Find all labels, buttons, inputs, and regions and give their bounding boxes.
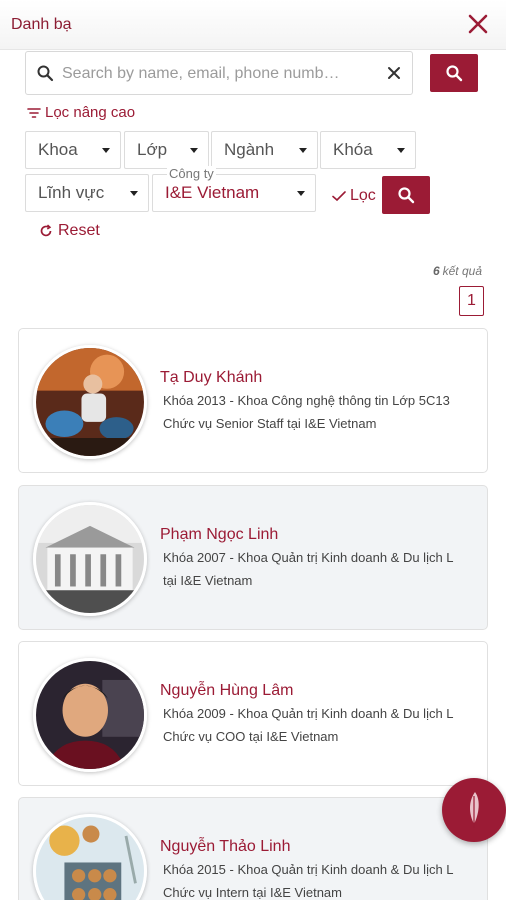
filter-linh-vuc-dropdown[interactable]: Lĩnh vực xyxy=(25,174,149,212)
contact-position: tại I&E Vietnam xyxy=(163,573,253,588)
avatar xyxy=(33,502,147,616)
filter-icon xyxy=(27,107,41,118)
contact-name: Nguyễn Hùng Lâm xyxy=(160,682,294,699)
filter-nganh-label: Ngành xyxy=(224,140,275,159)
check-icon xyxy=(332,191,346,202)
contact-name: Nguyễn Thảo Linh xyxy=(160,838,291,855)
filter-lop-dropdown[interactable]: Lớp xyxy=(124,131,209,169)
contact-detail: Khóa 2015 - Khoa Quản trị Kinh doanh & D… xyxy=(163,862,454,877)
app-header: Danh bạ xyxy=(0,0,506,50)
reset-label: Reset xyxy=(58,222,100,239)
feather-icon xyxy=(470,792,479,828)
filter-khoa-year-label: Khóa xyxy=(333,140,373,159)
contact-position: Chức vụ COO tại I&E Vietnam xyxy=(163,729,339,744)
filter-khoa-year-dropdown[interactable]: Khóa xyxy=(320,131,416,169)
caret-down-icon xyxy=(299,148,307,153)
caret-down-icon xyxy=(130,191,138,196)
contact-position: Chức vụ Senior Staff tại I&E Vietnam xyxy=(163,416,377,431)
search-icon xyxy=(446,65,463,82)
apply-filter-button[interactable]: Lọc xyxy=(332,187,376,205)
page-number: 1 xyxy=(467,292,476,309)
feather-fab-button[interactable] xyxy=(442,778,506,842)
filter-search-button[interactable] xyxy=(382,176,430,214)
filter-khoa-dropdown[interactable]: Khoa xyxy=(25,131,121,169)
search-icon xyxy=(36,64,54,82)
contact-card[interactable]: Nguyễn Hùng Lâm Khóa 2009 - Khoa Quản tr… xyxy=(18,641,488,786)
reset-button[interactable]: Reset xyxy=(39,222,100,240)
filter-cong-ty-dropdown[interactable]: Công ty I&E Vietnam xyxy=(152,166,316,212)
filter-cong-ty-value: I&E Vietnam xyxy=(165,183,260,202)
filter-lop-label: Lớp xyxy=(137,140,168,159)
contact-detail: Khóa 2007 - Khoa Quản trị Kinh doanh & D… xyxy=(163,550,454,565)
search-icon xyxy=(398,187,415,204)
search-button[interactable] xyxy=(430,54,478,92)
avatar xyxy=(33,345,147,459)
contact-name: Tạ Duy Khánh xyxy=(160,369,263,386)
caret-down-icon xyxy=(190,148,198,153)
close-icon[interactable] xyxy=(462,8,494,40)
contact-detail: Khóa 2013 - Khoa Công nghệ thông tin Lớp… xyxy=(163,393,450,408)
avatar xyxy=(33,814,147,900)
clear-icon[interactable] xyxy=(385,64,403,82)
filter-nganh-dropdown[interactable]: Ngành xyxy=(211,131,318,169)
contact-card[interactable]: Nguyễn Thảo Linh Khóa 2015 - Khoa Quản t… xyxy=(18,797,488,900)
results-count: 6 kết quả xyxy=(433,264,482,278)
caret-down-icon xyxy=(397,148,405,153)
filter-khoa-label: Khoa xyxy=(38,140,78,159)
search-input[interactable] xyxy=(62,62,372,86)
page-title: Danh bạ xyxy=(11,16,72,33)
results-number: 6 xyxy=(432,264,440,278)
caret-down-icon xyxy=(102,148,110,153)
avatar xyxy=(33,658,147,772)
filter-cong-ty-label: Công ty xyxy=(167,166,216,181)
apply-filter-label: Lọc xyxy=(350,187,376,204)
contact-card[interactable]: Phạm Ngọc Linh Khóa 2007 - Khoa Quản trị… xyxy=(18,485,488,630)
search-box xyxy=(25,51,413,95)
contact-detail: Khóa 2009 - Khoa Quản trị Kinh doanh & D… xyxy=(163,706,454,721)
contact-card[interactable]: Tạ Duy Khánh Khóa 2013 - Khoa Công nghệ … xyxy=(18,328,488,473)
advanced-filter-toggle[interactable]: Lọc nâng cao xyxy=(27,104,135,121)
caret-down-icon xyxy=(297,191,305,196)
refresh-icon xyxy=(40,224,52,237)
page-button[interactable]: 1 xyxy=(459,286,484,316)
contact-position: Chức vụ Intern tại I&E Vietnam xyxy=(163,885,342,900)
filter-linh-vuc-label: Lĩnh vực xyxy=(38,183,105,202)
results-suffix: kết quả xyxy=(442,264,482,278)
contact-name: Phạm Ngọc Linh xyxy=(160,526,279,543)
advanced-filter-label: Lọc nâng cao xyxy=(45,104,136,121)
